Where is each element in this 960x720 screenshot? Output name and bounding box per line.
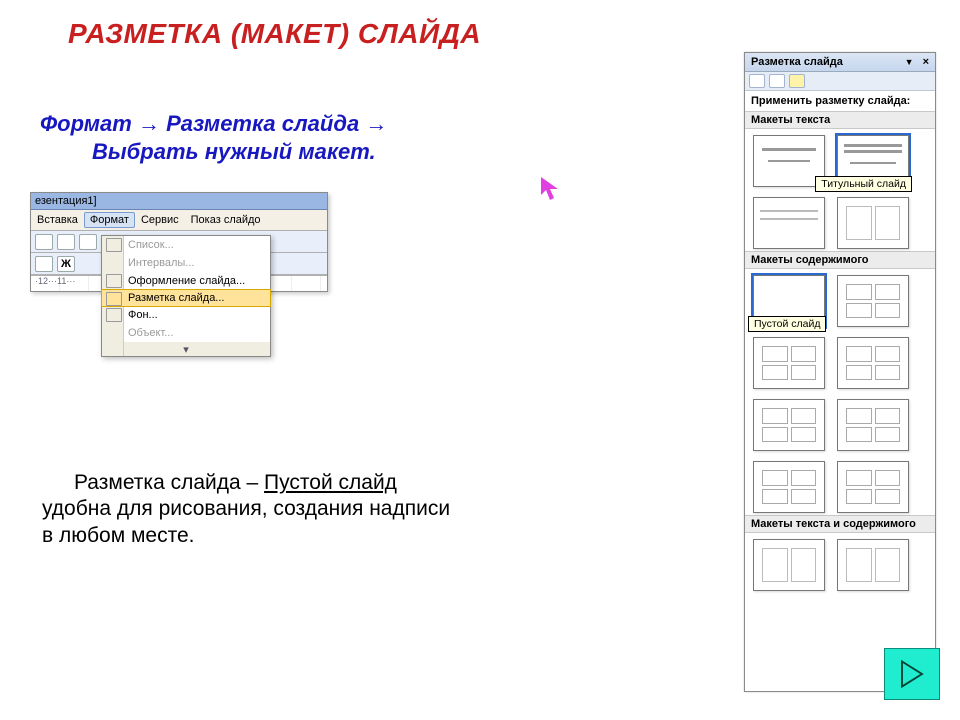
menu-item-label: Объект... xyxy=(128,327,173,339)
tooltip-empty-slide: Пустой слайд xyxy=(748,316,826,332)
layout-thumb[interactable] xyxy=(753,337,825,389)
menu-item-background[interactable]: Фон... xyxy=(102,306,270,324)
format-dropdown: Список... Интервалы... Оформление слайда… xyxy=(101,235,271,357)
home-icon[interactable] xyxy=(789,74,805,88)
slide-layout-pane: Разметка слайда ▼ × Применить разметку с… xyxy=(744,52,936,692)
menu-slideshow[interactable]: Показ слайдо xyxy=(185,212,267,228)
path-layout: Разметка слайда xyxy=(166,111,365,136)
layout-thumb[interactable] xyxy=(837,399,909,451)
cursor-icon xyxy=(540,176,562,209)
menu-insert[interactable]: Вставка xyxy=(31,212,84,228)
menu-service[interactable]: Сервис xyxy=(135,212,185,228)
toolbar-button[interactable] xyxy=(35,256,53,272)
menu-item-label: Список... xyxy=(128,239,174,251)
path-format: Формат xyxy=(40,111,138,136)
pane-header: Разметка слайда ▼ × xyxy=(745,53,935,72)
next-button[interactable] xyxy=(884,648,940,700)
layout-thumb[interactable] xyxy=(837,461,909,513)
layout-thumb-empty-slide[interactable]: Пустой слайд xyxy=(753,275,825,327)
menu-item-label: Разметка слайда... xyxy=(128,292,224,304)
background-icon xyxy=(106,308,122,322)
text-lead: Разметка слайда – xyxy=(74,471,264,494)
text-line-2: удобна для рисования, создания надписи xyxy=(42,497,450,520)
toolbar-button[interactable] xyxy=(35,234,53,250)
pane-title: Разметка слайда xyxy=(751,56,843,68)
pane-nav xyxy=(745,72,935,91)
thumbs-text-content xyxy=(745,533,935,593)
layout-thumb[interactable] xyxy=(753,539,825,591)
menu-item-list[interactable]: Список... xyxy=(102,236,270,254)
layout-thumb[interactable] xyxy=(837,539,909,591)
layout-thumb-title-slide[interactable]: Титульный слайд xyxy=(837,135,909,187)
layout-thumb[interactable] xyxy=(837,275,909,327)
arrow-icon: → xyxy=(138,111,160,136)
layout-thumb[interactable] xyxy=(753,135,825,187)
arrow-icon: → xyxy=(365,111,387,136)
tooltip-title-slide: Титульный слайд xyxy=(815,176,912,192)
group-text-content-layouts: Макеты текста и содержимого xyxy=(745,515,935,533)
menu-item-label: Интервалы... xyxy=(128,257,194,269)
page-title: РАЗМЕТКА (МАКЕТ) СЛАЙДА xyxy=(68,18,481,50)
menu-format[interactable]: Формат xyxy=(84,212,135,228)
text-line-3: в любом месте. xyxy=(42,524,195,547)
path-choose: Выбрать нужный макет. xyxy=(40,138,480,166)
menu-item-label: Оформление слайда... xyxy=(128,275,245,287)
thumbs-text: Титульный слайд xyxy=(745,129,935,251)
layout-thumb[interactable] xyxy=(753,399,825,451)
menu-item-label: Фон... xyxy=(128,309,158,321)
window-titlebar: езентация1] xyxy=(31,193,327,210)
list-icon xyxy=(106,238,122,252)
menu-path: Формат → Разметка слайда → Выбрать нужны… xyxy=(40,110,480,165)
menu-expand-icon[interactable]: ▾ xyxy=(102,342,270,356)
group-content-layouts: Макеты содержимого xyxy=(745,251,935,269)
thumbs-content: Пустой слайд xyxy=(745,269,935,515)
menu-item-object[interactable]: Объект... xyxy=(102,324,270,342)
design-icon xyxy=(106,274,122,288)
bold-button[interactable]: Ж xyxy=(57,256,75,272)
apply-layout-label: Применить разметку слайда: xyxy=(745,91,935,111)
menu-item-layout[interactable]: Разметка слайда... xyxy=(101,289,271,307)
pane-dropdown-icon[interactable]: ▼ xyxy=(905,57,914,67)
layout-thumb[interactable] xyxy=(753,197,825,249)
back-icon[interactable] xyxy=(749,74,765,88)
layout-thumb[interactable] xyxy=(753,461,825,513)
group-text-layouts: Макеты текста xyxy=(745,111,935,129)
play-icon xyxy=(899,659,925,689)
layout-icon xyxy=(106,292,122,306)
description-text: Разметка слайда – Пустой слайд удобна дл… xyxy=(42,470,512,549)
layout-thumb[interactable] xyxy=(837,337,909,389)
text-empty-slide: Пустой слайд xyxy=(264,471,397,494)
forward-icon[interactable] xyxy=(769,74,785,88)
layout-thumb[interactable] xyxy=(837,197,909,249)
menu-bar: Вставка Формат Сервис Показ слайдо xyxy=(31,210,327,231)
toolbar-button[interactable] xyxy=(79,234,97,250)
close-icon[interactable]: × xyxy=(923,56,929,68)
toolbar-button[interactable] xyxy=(57,234,75,250)
format-menu-screenshot: езентация1] Вставка Формат Сервис Показ … xyxy=(30,192,328,292)
menu-item-design[interactable]: Оформление слайда... xyxy=(102,272,270,290)
menu-item-intervals[interactable]: Интервалы... xyxy=(102,254,270,272)
